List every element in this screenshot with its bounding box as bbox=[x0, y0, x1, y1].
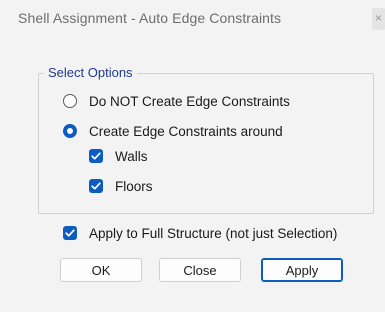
radio-create-around[interactable]: Create Edge Constraints around bbox=[63, 121, 283, 141]
radio-button-checked[interactable] bbox=[63, 124, 77, 138]
radio-do-not-create[interactable]: Do NOT Create Edge Constraints bbox=[63, 91, 290, 111]
check-icon bbox=[91, 152, 101, 160]
apply-button[interactable]: Apply bbox=[261, 258, 343, 282]
radio-do-not-create-label: Do NOT Create Edge Constraints bbox=[89, 93, 290, 109]
apply-full-structure-checkbox[interactable] bbox=[63, 226, 77, 240]
auto-edge-constraints-dialog: Shell Assignment - Auto Edge Constraints… bbox=[0, 0, 385, 312]
radio-button-unchecked[interactable] bbox=[63, 94, 77, 108]
check-icon bbox=[91, 182, 101, 190]
checkbox-walls[interactable]: Walls bbox=[89, 146, 148, 166]
check-icon bbox=[65, 229, 75, 237]
window-close-button[interactable]: × bbox=[372, 8, 385, 30]
apply-full-structure-label: Apply to Full Structure (not just Select… bbox=[89, 225, 338, 241]
walls-checkbox[interactable] bbox=[89, 149, 103, 163]
checkbox-floors[interactable]: Floors bbox=[89, 176, 153, 196]
checkbox-apply-full-structure[interactable]: Apply to Full Structure (not just Select… bbox=[63, 223, 337, 243]
window-title: Shell Assignment - Auto Edge Constraints bbox=[18, 10, 282, 26]
close-button[interactable]: Close bbox=[159, 258, 241, 282]
select-options-legend: Select Options bbox=[44, 65, 137, 80]
title-bar[interactable]: Shell Assignment - Auto Edge Constraints… bbox=[0, 0, 385, 38]
floors-label: Floors bbox=[115, 178, 153, 194]
floors-checkbox[interactable] bbox=[89, 179, 103, 193]
radio-create-around-label: Create Edge Constraints around bbox=[89, 123, 283, 139]
close-icon: × bbox=[375, 11, 383, 25]
walls-label: Walls bbox=[115, 148, 148, 164]
ok-button[interactable]: OK bbox=[60, 258, 142, 282]
